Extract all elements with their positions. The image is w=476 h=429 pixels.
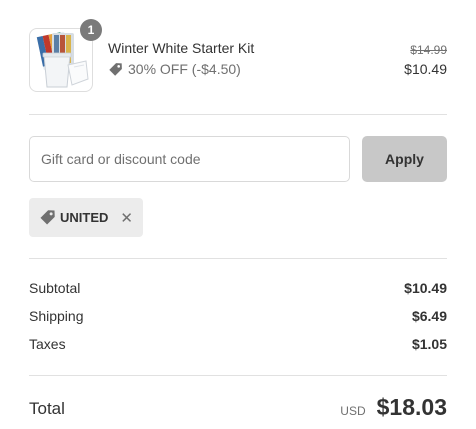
- currency-code: USD: [340, 404, 366, 418]
- total-label: Total: [29, 399, 65, 418]
- shipping-label: Shipping: [29, 308, 84, 324]
- tag-icon: [109, 62, 122, 76]
- total-price: USD $18.03: [340, 394, 447, 421]
- compare-at-price: $14.99: [410, 43, 447, 57]
- subtotal-label: Subtotal: [29, 280, 81, 296]
- shipping-row: Shipping $6.49: [29, 308, 447, 324]
- divider: [29, 258, 447, 259]
- taxes-label: Taxes: [29, 336, 66, 352]
- taxes-value: $1.05: [411, 336, 447, 352]
- line-price: $10.49: [404, 61, 447, 77]
- discount-text: 30% OFF (-$4.50): [128, 61, 241, 77]
- product-title: Winter White Starter Kit: [108, 40, 255, 56]
- shipping-value: $6.49: [411, 308, 447, 324]
- total-row: Total USD $18.03: [29, 394, 447, 422]
- line-discount: 30% OFF (-$4.50): [108, 61, 241, 77]
- subtotal-value: $10.49: [404, 280, 447, 296]
- product-thumbnail: 1: [29, 19, 102, 92]
- subtotal-row: Subtotal $10.49: [29, 280, 447, 296]
- apply-button[interactable]: Apply: [362, 136, 447, 182]
- divider: [29, 114, 447, 115]
- quantity-badge: 1: [80, 19, 102, 41]
- tag-icon: [40, 210, 55, 225]
- divider: [29, 375, 447, 376]
- total-amount: $18.03: [376, 394, 447, 420]
- discount-code-input[interactable]: [29, 136, 350, 182]
- product-image: [36, 31, 89, 88]
- taxes-row: Taxes $1.05: [29, 336, 447, 352]
- applied-discount-chip: UNITED ✕: [29, 198, 143, 237]
- cart-line-item: 1 Winter White Starter Kit 30% OFF (-$4.…: [29, 19, 447, 92]
- discount-code-label: UNITED: [60, 210, 109, 225]
- close-icon[interactable]: ✕: [120, 209, 133, 227]
